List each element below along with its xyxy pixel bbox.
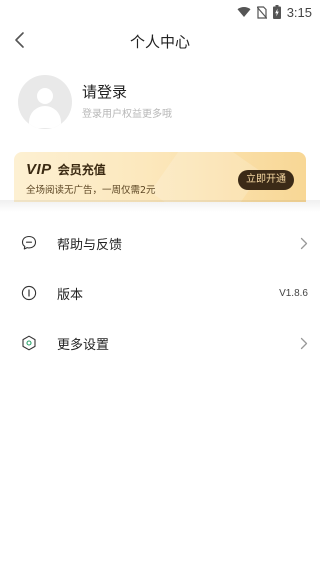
vip-card[interactable]: VIP 会员充值 全场阅读无广告，一周仅需2元 立即开通: [14, 152, 306, 202]
vip-heading: VIP 会员充值: [26, 161, 106, 178]
chat-bubble-icon: [20, 234, 38, 252]
no-sim-icon: [256, 5, 267, 19]
status-time: 3:15: [286, 4, 312, 20]
chevron-right-icon: [300, 337, 308, 350]
menu-label: 更多设置: [57, 337, 110, 353]
wifi-icon: [237, 6, 251, 18]
page-title: 个人中心: [129, 33, 190, 51]
login-label[interactable]: 请登录: [82, 82, 172, 102]
vip-description: 全场阅读无广告，一周仅需2元: [26, 185, 156, 196]
vip-title: 会员充值: [57, 163, 106, 177]
settings-hexagon-icon: [20, 334, 38, 352]
back-button[interactable]: [6, 28, 34, 56]
chevron-left-icon: [14, 31, 26, 53]
info-icon: [20, 284, 38, 302]
battery-charging-icon: [272, 5, 281, 19]
card-shadow: [0, 200, 320, 212]
profile-text: 请登录 登录用户权益更多哦: [82, 82, 172, 122]
vip-logo: VIP: [26, 161, 52, 178]
version-number: V1.8.6: [279, 287, 308, 299]
menu-item-version[interactable]: 版本 V1.8.6: [0, 268, 320, 318]
menu-item-help-feedback[interactable]: 帮助与反馈: [0, 218, 320, 268]
login-subtitle: 登录用户权益更多哦: [82, 109, 172, 120]
menu-item-more-settings[interactable]: 更多设置: [0, 318, 320, 368]
menu-list: 帮助与反馈 版本 V1.8.6 更多设置: [0, 218, 320, 368]
vip-open-button[interactable]: 立即开通: [238, 170, 294, 190]
version-value: V1.8.6: [279, 288, 308, 299]
menu-label: 帮助与反馈: [57, 237, 123, 253]
status-bar: 3:15: [0, 0, 320, 24]
profile-section[interactable]: 请登录 登录用户权益更多哦: [18, 74, 308, 130]
header: 个人中心: [0, 24, 320, 60]
chevron-right-icon: [300, 237, 308, 250]
default-avatar-icon[interactable]: [18, 75, 72, 129]
menu-label: 版本: [57, 287, 84, 303]
